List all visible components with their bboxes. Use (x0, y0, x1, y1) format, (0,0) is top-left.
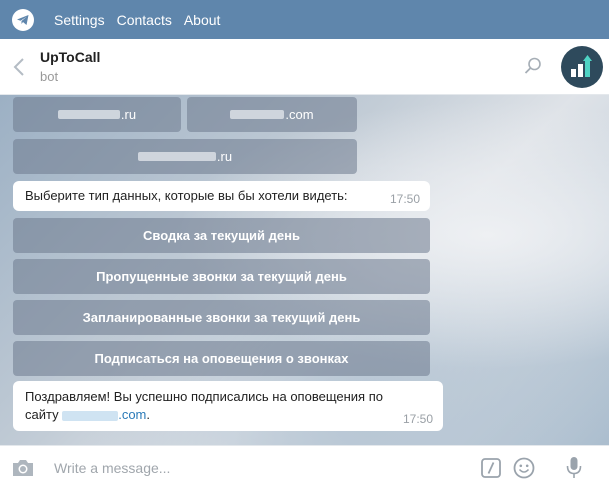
domain-suffix: .ru (120, 107, 137, 122)
message-text-line1: Поздравляем! Вы успешно подписались на о… (25, 389, 383, 404)
chat-title[interactable]: UpToCall (40, 49, 100, 65)
summary-today-button[interactable]: Сводка за текущий день (13, 218, 430, 253)
bot-command-icon[interactable] (481, 458, 501, 478)
bot-chart-icon (571, 55, 592, 77)
menu-contacts[interactable]: Contacts (117, 12, 172, 28)
app-menubar: Settings Contacts About (0, 0, 609, 39)
avatar[interactable] (561, 46, 603, 88)
redacted-domain (62, 410, 119, 421)
message-time: 17:50 (402, 412, 433, 426)
microphone-icon[interactable] (566, 456, 582, 480)
message-composer (0, 445, 609, 489)
search-icon[interactable] (523, 56, 543, 76)
site-link[interactable]: .com (62, 407, 146, 422)
chat-subtitle: bot (40, 69, 59, 84)
chat-area: .ru .com .ru Выберите тип данных, которы… (0, 95, 609, 445)
back-arrow-icon[interactable] (12, 57, 26, 77)
message-input[interactable] (52, 457, 456, 479)
domain-suffix: .ru (216, 149, 233, 164)
chat-header: UpToCall bot (0, 39, 609, 95)
menu-about[interactable]: About (184, 12, 221, 28)
camera-icon[interactable] (11, 458, 35, 478)
message-bubble[interactable]: Выберите тип данных, которые вы бы хотел… (13, 181, 430, 211)
domain-button-1[interactable]: .ru (13, 97, 181, 132)
message-time: 17:50 (389, 192, 420, 206)
message-text: Выберите тип данных, которые вы бы хотел… (25, 188, 348, 203)
emoji-icon[interactable] (513, 457, 535, 479)
redacted-domain (230, 110, 285, 119)
missed-calls-button[interactable]: Пропущенные звонки за текущий день (13, 259, 430, 294)
message-bubble[interactable]: Поздравляем! Вы успешно подписались на о… (13, 381, 443, 431)
message-text-line2: сайту (25, 407, 59, 422)
planned-calls-button[interactable]: Запланированные звонки за текущий день (13, 300, 430, 335)
domain-button-3[interactable]: .ru (13, 139, 357, 174)
redacted-domain (57, 110, 120, 119)
subscribe-notifications-button[interactable]: Подписаться на оповещения о звонках (13, 341, 430, 376)
domain-button-2[interactable]: .com (187, 97, 357, 132)
redacted-domain (137, 152, 216, 161)
menu-settings[interactable]: Settings (54, 12, 105, 28)
telegram-logo-icon[interactable] (12, 8, 34, 31)
domain-suffix: .com (285, 107, 314, 122)
